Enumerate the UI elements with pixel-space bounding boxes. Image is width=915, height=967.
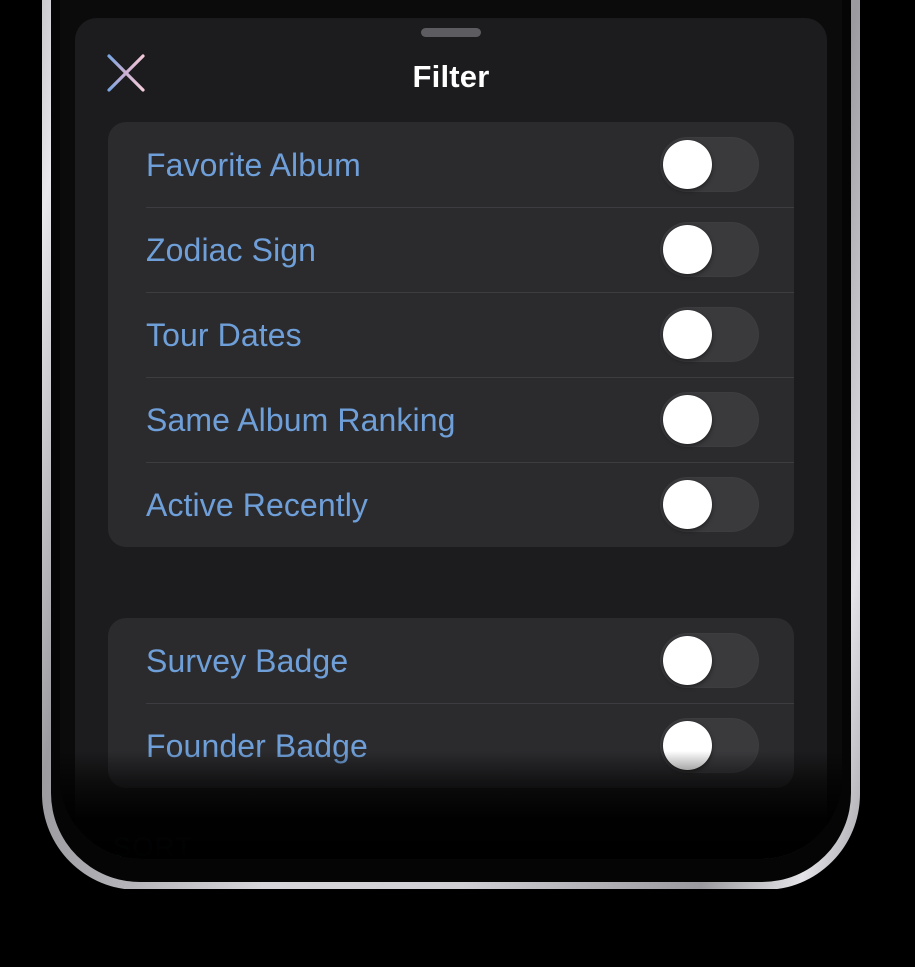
row-divider bbox=[146, 377, 794, 378]
filter-row-label: Active Recently bbox=[146, 486, 369, 523]
page-bottom-mask bbox=[0, 889, 915, 967]
filter-row-label: Favorite Album bbox=[146, 146, 361, 183]
close-x-icon bbox=[105, 52, 147, 94]
toggle-survey-badge[interactable] bbox=[660, 633, 759, 688]
sort-card[interactable] bbox=[346, 848, 827, 859]
sort-section-header: SORT bbox=[108, 832, 827, 859]
toggle-knob bbox=[663, 225, 712, 274]
filter-sheet: Filter Favorite Album Zodiac Sign Tour D… bbox=[75, 18, 827, 859]
sheet-body: Favorite Album Zodiac Sign Tour Dates Sa… bbox=[75, 122, 827, 859]
filter-group-attributes: Favorite Album Zodiac Sign Tour Dates Sa… bbox=[108, 122, 794, 547]
toggle-knob bbox=[663, 395, 712, 444]
sort-section-title: SORT bbox=[113, 832, 194, 859]
filter-row-zodiac-sign[interactable]: Zodiac Sign bbox=[108, 207, 794, 292]
row-divider bbox=[146, 207, 794, 208]
row-divider bbox=[146, 703, 794, 704]
filter-row-tour-dates[interactable]: Tour Dates bbox=[108, 292, 794, 377]
filter-row-active-recently[interactable]: Active Recently bbox=[108, 462, 794, 547]
filter-row-favorite-album[interactable]: Favorite Album bbox=[108, 122, 794, 207]
sheet-header: Filter bbox=[75, 18, 827, 122]
row-divider bbox=[146, 292, 794, 293]
toggle-zodiac-sign[interactable] bbox=[660, 222, 759, 277]
toggle-active-recently[interactable] bbox=[660, 477, 759, 532]
row-divider bbox=[146, 462, 794, 463]
filter-row-same-album-ranking[interactable]: Same Album Ranking bbox=[108, 377, 794, 462]
screenshot-stage: Filter Favorite Album Zodiac Sign Tour D… bbox=[0, 0, 915, 967]
page-title: Filter bbox=[412, 59, 490, 94]
toggle-tour-dates[interactable] bbox=[660, 307, 759, 362]
filter-row-label: Founder Badge bbox=[146, 727, 368, 764]
filter-row-founder-badge[interactable]: Founder Badge bbox=[108, 703, 794, 788]
filter-row-label: Same Album Ranking bbox=[146, 401, 456, 438]
filter-row-label: Survey Badge bbox=[146, 642, 349, 679]
toggle-knob bbox=[663, 140, 712, 189]
toggle-knob bbox=[663, 636, 712, 685]
filter-row-label: Zodiac Sign bbox=[146, 231, 317, 268]
toggle-knob bbox=[663, 721, 712, 770]
toggle-founder-badge[interactable] bbox=[660, 718, 759, 773]
toggle-knob bbox=[663, 310, 712, 359]
filter-group-badges: Survey Badge Founder Badge bbox=[108, 618, 794, 788]
close-button[interactable] bbox=[98, 45, 154, 101]
filter-row-label: Tour Dates bbox=[146, 316, 302, 353]
toggle-knob bbox=[663, 480, 712, 529]
filter-row-survey-badge[interactable]: Survey Badge bbox=[108, 618, 794, 703]
device-screen: Filter Favorite Album Zodiac Sign Tour D… bbox=[60, 0, 842, 859]
toggle-favorite-album[interactable] bbox=[660, 137, 759, 192]
toggle-same-album-ranking[interactable] bbox=[660, 392, 759, 447]
